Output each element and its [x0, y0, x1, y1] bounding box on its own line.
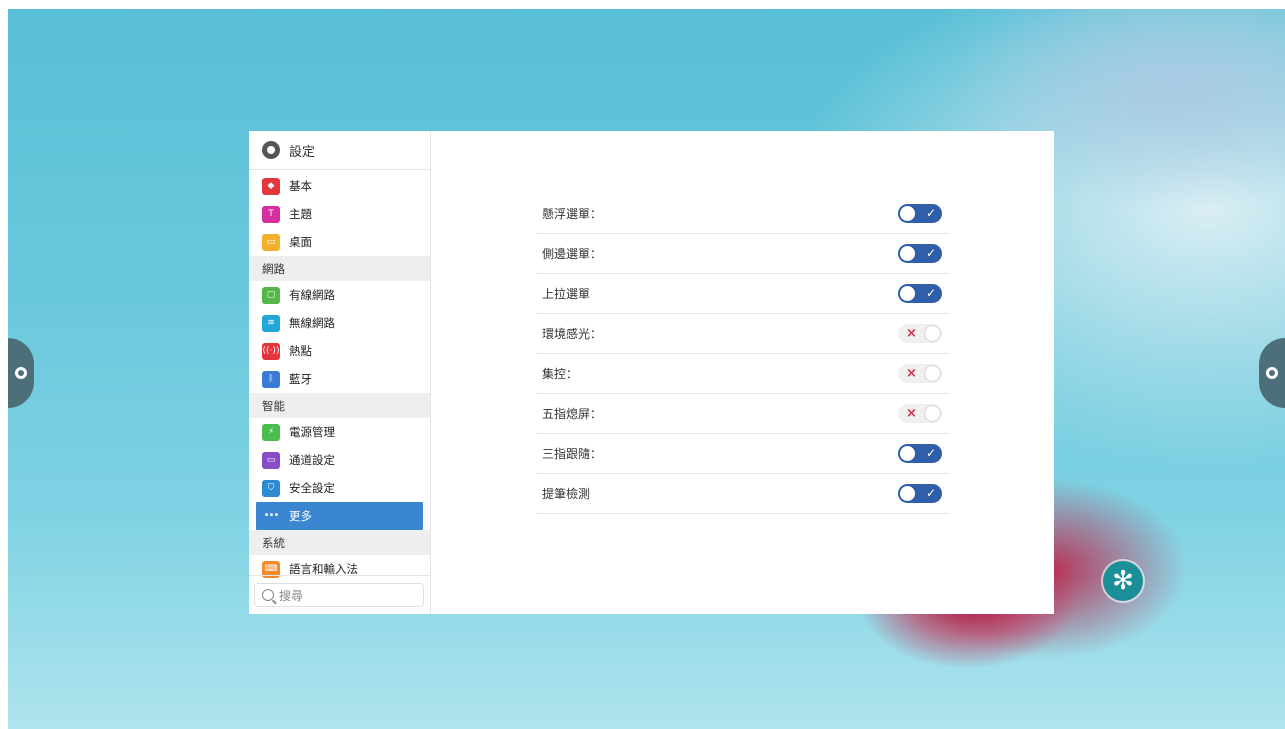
option-toggle[interactable]: ✓ — [898, 284, 942, 303]
sidebar-item-label: 有線網路 — [289, 288, 335, 302]
sidebar-item[interactable]: ((·)) 熱點 — [249, 337, 430, 365]
more-icon: ••• — [263, 510, 280, 521]
toggle-knob — [924, 325, 941, 342]
sidebar-item-label: 安全設定 — [289, 481, 335, 495]
sidebar-item[interactable]: ᛒ 藍牙 — [249, 365, 430, 393]
option-row: 三指跟隨： ✓ — [537, 434, 949, 474]
sidebar-menu: ◆ 基本 T 主題 ▭ 桌面網路 ▢ 有線網路 ≋ 無線網路 ((·)) 熱點 ᛒ 藍牙智能 ⚡ 電源管理 ▭ 通… — [249, 172, 430, 583]
cross-icon: × — [906, 406, 917, 421]
sidebar-divider — [249, 575, 430, 576]
sidebar-item-label: 通道設定 — [289, 453, 335, 467]
hotspot-icon: ((·)) — [262, 342, 280, 360]
sidebar-section-header: 網路 — [249, 256, 430, 281]
sidebar-item-label: 基本 — [289, 179, 312, 193]
option-row: 提筆檢測 ✓ — [537, 474, 949, 514]
sidebar-item-label: 桌面 — [289, 235, 312, 249]
option-toggle[interactable]: ✓ — [898, 484, 942, 503]
search-icon — [262, 589, 274, 601]
option-row: 環境感光： × — [537, 314, 949, 354]
check-icon: ✓ — [925, 206, 936, 220]
sidebar-section-header: 智能 — [249, 393, 430, 418]
settings-title: 設定 — [289, 144, 316, 160]
option-label: 三指跟隨： — [542, 447, 603, 461]
toggle-knob — [900, 286, 915, 301]
shirt-icon: T — [262, 205, 280, 223]
sidebar-item-label: 無線網路 — [289, 316, 335, 330]
toggle-knob — [900, 246, 915, 261]
search-input[interactable]: 搜尋 — [254, 583, 424, 607]
settings-content: 懸浮選單： ✓ 側邊選單： ✓ 上拉選單 ✓ 環境感光： × 集控： × 五指熄屏： × 三指跟隨： ✓ 提… — [431, 131, 1054, 614]
sidebar-item-label: 主題 — [289, 207, 312, 221]
sidebar-item-label: 電源管理 — [289, 425, 335, 439]
sidebar-item-label: 藍牙 — [289, 372, 312, 386]
gear-icon — [15, 367, 27, 379]
option-label: 懸浮選單： — [542, 207, 603, 221]
sidebar-item[interactable]: ⌨ 語言和輸入法 — [249, 555, 430, 583]
sidebar-item-label: 熱點 — [289, 344, 312, 358]
sidebar-item-label: 更多 — [289, 509, 312, 523]
toggle-knob — [900, 486, 915, 501]
option-toggle[interactable]: ✓ — [898, 444, 942, 463]
monitor-icon: ▭ — [262, 451, 280, 469]
option-label: 環境感光： — [542, 327, 603, 341]
sidebar-item[interactable]: ◆ 基本 — [249, 172, 430, 200]
power-icon: ⚡ — [262, 423, 280, 441]
sidebar-header: 設定 — [249, 131, 430, 170]
option-row: 五指熄屏： × — [537, 394, 949, 434]
option-toggle[interactable]: × — [898, 324, 942, 343]
option-list: 懸浮選單： ✓ 側邊選單： ✓ 上拉選單 ✓ 環境感光： × 集控： × 五指熄屏： × 三指跟隨： ✓ 提… — [537, 194, 949, 514]
wifi-icon: ≋ — [262, 314, 280, 332]
option-label: 集控： — [542, 367, 579, 381]
cross-icon: × — [906, 326, 917, 341]
sidebar-item[interactable]: ▢ 有線網路 — [249, 281, 430, 309]
option-row: 懸浮選單： ✓ — [537, 194, 949, 234]
option-row: 集控： × — [537, 354, 949, 394]
option-row: 側邊選單： ✓ — [537, 234, 949, 274]
settings-sidebar: 設定 ◆ 基本 T 主題 ▭ 桌面網路 ▢ 有線網路 ≋ 無線網路 ((·)) 熱點 ᛒ 藍牙智能 ⚡ 電源管… — [249, 131, 431, 614]
option-label: 提筆檢測 — [542, 487, 591, 501]
sidebar-item[interactable]: ▭ 桌面 — [249, 228, 430, 256]
check-icon: ✓ — [925, 286, 936, 300]
check-icon: ✓ — [925, 486, 936, 500]
gear-icon — [1266, 367, 1278, 379]
toggle-knob — [900, 446, 915, 461]
bluetooth-icon: ᛒ — [262, 370, 280, 388]
option-label: 上拉選單 — [542, 287, 591, 301]
sidebar-item[interactable]: ▭ 通道設定 — [249, 446, 430, 474]
settings-window: 設定 ◆ 基本 T 主題 ▭ 桌面網路 ▢ 有線網路 ≋ 無線網路 ((·)) 熱點 ᛒ 藍牙智能 ⚡ 電源管… — [249, 131, 1054, 614]
shield-icon: ⛉ — [262, 479, 280, 497]
check-icon: ✓ — [925, 246, 936, 260]
option-toggle[interactable]: ✓ — [898, 204, 942, 223]
check-icon: ✓ — [925, 446, 936, 460]
left-edge-handle[interactable] — [8, 338, 34, 408]
floating-menu-button[interactable]: ✻ — [1103, 561, 1143, 601]
ethernet-icon: ▢ — [262, 286, 280, 304]
option-label: 側邊選單： — [542, 247, 603, 261]
option-label: 五指熄屏： — [542, 407, 603, 421]
sidebar-item[interactable]: ••• 更多 — [256, 502, 423, 530]
right-edge-handle[interactable] — [1259, 338, 1285, 408]
toggle-knob — [924, 365, 941, 382]
option-row: 上拉選單 ✓ — [537, 274, 949, 314]
sidebar-section-header: 系統 — [249, 530, 430, 555]
option-toggle[interactable]: × — [898, 404, 942, 423]
cross-icon: × — [906, 366, 917, 381]
sidebar-item[interactable]: ≋ 無線網路 — [249, 309, 430, 337]
option-toggle[interactable]: × — [898, 364, 942, 383]
settings-gear-icon — [262, 141, 280, 159]
sidebar-item[interactable]: ⛉ 安全設定 — [249, 474, 430, 502]
toggle-knob — [924, 405, 941, 422]
sidebar-item[interactable]: ⚡ 電源管理 — [249, 418, 430, 446]
search-placeholder: 搜尋 — [279, 588, 304, 603]
flower-icon: ✻ — [1112, 566, 1134, 596]
layers-icon: ◆ — [262, 177, 280, 195]
toggle-knob — [900, 206, 915, 221]
sidebar-item[interactable]: T 主題 — [249, 200, 430, 228]
option-toggle[interactable]: ✓ — [898, 244, 942, 263]
image-icon: ▭ — [262, 233, 280, 251]
